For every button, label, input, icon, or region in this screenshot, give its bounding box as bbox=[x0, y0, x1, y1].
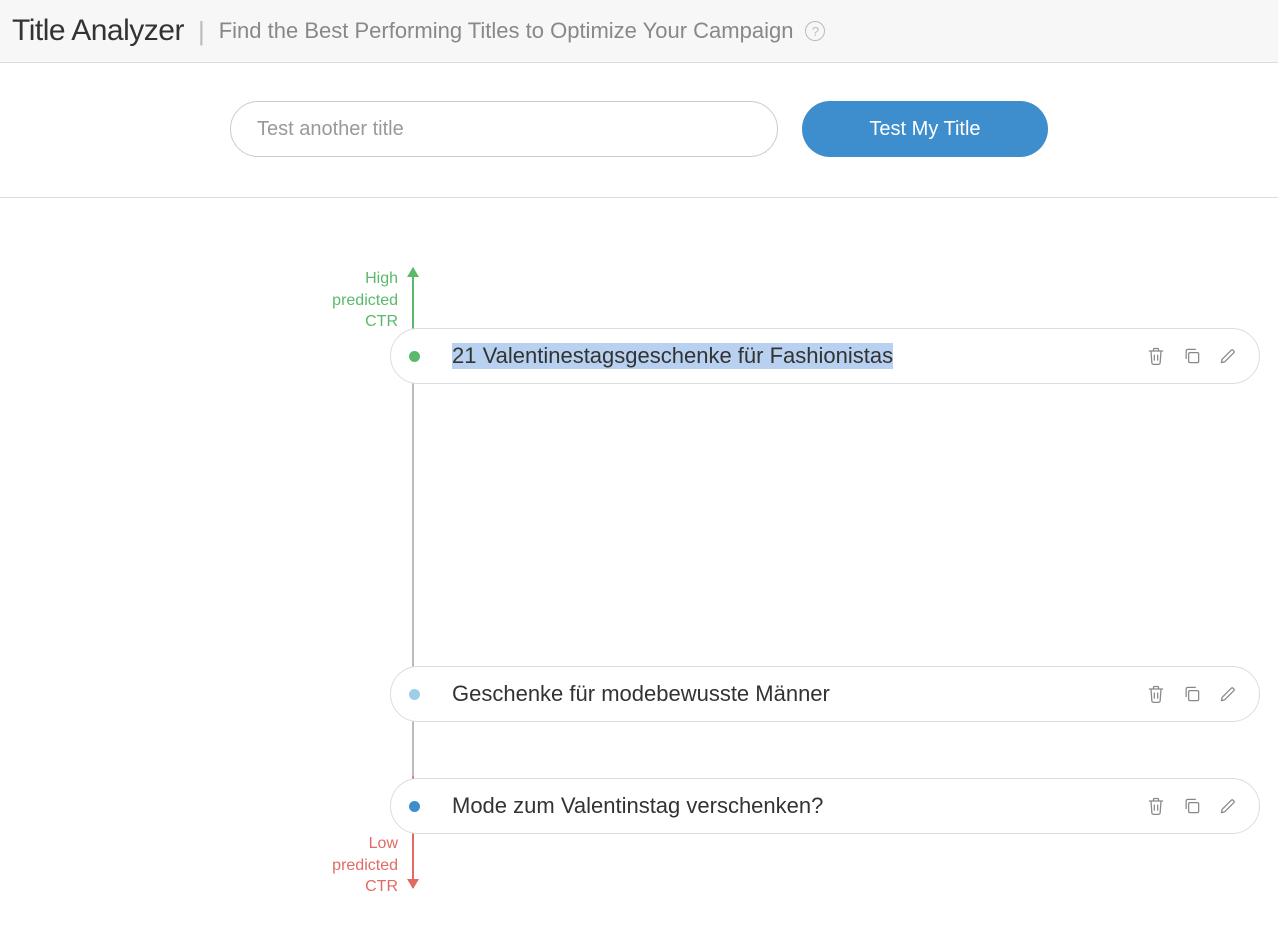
delete-button[interactable] bbox=[1145, 683, 1167, 705]
low-ctr-label: Low predicted CTR bbox=[318, 833, 398, 898]
trash-icon bbox=[1146, 796, 1166, 816]
row-actions bbox=[1145, 683, 1239, 705]
arrow-down-icon bbox=[407, 879, 419, 889]
edit-button[interactable] bbox=[1217, 345, 1239, 367]
copy-button[interactable] bbox=[1181, 795, 1203, 817]
help-icon[interactable]: ? bbox=[805, 21, 825, 41]
copy-icon bbox=[1182, 346, 1202, 366]
ctr-chart: High predicted CTR Low predicted CTR 21 … bbox=[0, 258, 1278, 898]
ctr-dot-icon bbox=[409, 351, 420, 362]
title-input[interactable] bbox=[230, 101, 778, 157]
copy-button[interactable] bbox=[1181, 345, 1203, 367]
delete-button[interactable] bbox=[1145, 345, 1167, 367]
edit-button[interactable] bbox=[1217, 795, 1239, 817]
title-row: Geschenke für modebewusste Männer bbox=[390, 666, 1260, 722]
title-row: Mode zum Valentinstag verschenken? bbox=[390, 778, 1260, 834]
trash-icon bbox=[1146, 684, 1166, 704]
copy-icon bbox=[1182, 796, 1202, 816]
edit-button[interactable] bbox=[1217, 683, 1239, 705]
arrow-up-icon bbox=[407, 267, 419, 277]
page-title: Title Analyzer bbox=[12, 14, 184, 48]
test-title-section: Test My Title bbox=[0, 63, 1278, 198]
row-actions bbox=[1145, 345, 1239, 367]
delete-button[interactable] bbox=[1145, 795, 1167, 817]
header-divider: | bbox=[198, 16, 205, 47]
ctr-dot-icon bbox=[409, 801, 420, 812]
title-row-text[interactable]: 21 Valentinestagsgeschenke für Fashionis… bbox=[452, 343, 893, 369]
title-row: 21 Valentinestagsgeschenke für Fashionis… bbox=[390, 328, 1260, 384]
title-row-text[interactable]: Mode zum Valentinstag verschenken? bbox=[452, 793, 823, 819]
edit-icon bbox=[1218, 684, 1238, 704]
copy-button[interactable] bbox=[1181, 683, 1203, 705]
trash-icon bbox=[1146, 346, 1166, 366]
row-actions bbox=[1145, 795, 1239, 817]
edit-icon bbox=[1218, 346, 1238, 366]
title-row-text[interactable]: Geschenke für modebewusste Männer bbox=[452, 681, 830, 707]
test-title-button[interactable]: Test My Title bbox=[802, 101, 1048, 157]
high-ctr-label: High predicted CTR bbox=[318, 268, 398, 333]
page-subtitle: Find the Best Performing Titles to Optim… bbox=[219, 18, 794, 44]
copy-icon bbox=[1182, 684, 1202, 704]
edit-icon bbox=[1218, 796, 1238, 816]
ctr-dot-icon bbox=[409, 689, 420, 700]
page-header: Title Analyzer | Find the Best Performin… bbox=[0, 0, 1278, 63]
